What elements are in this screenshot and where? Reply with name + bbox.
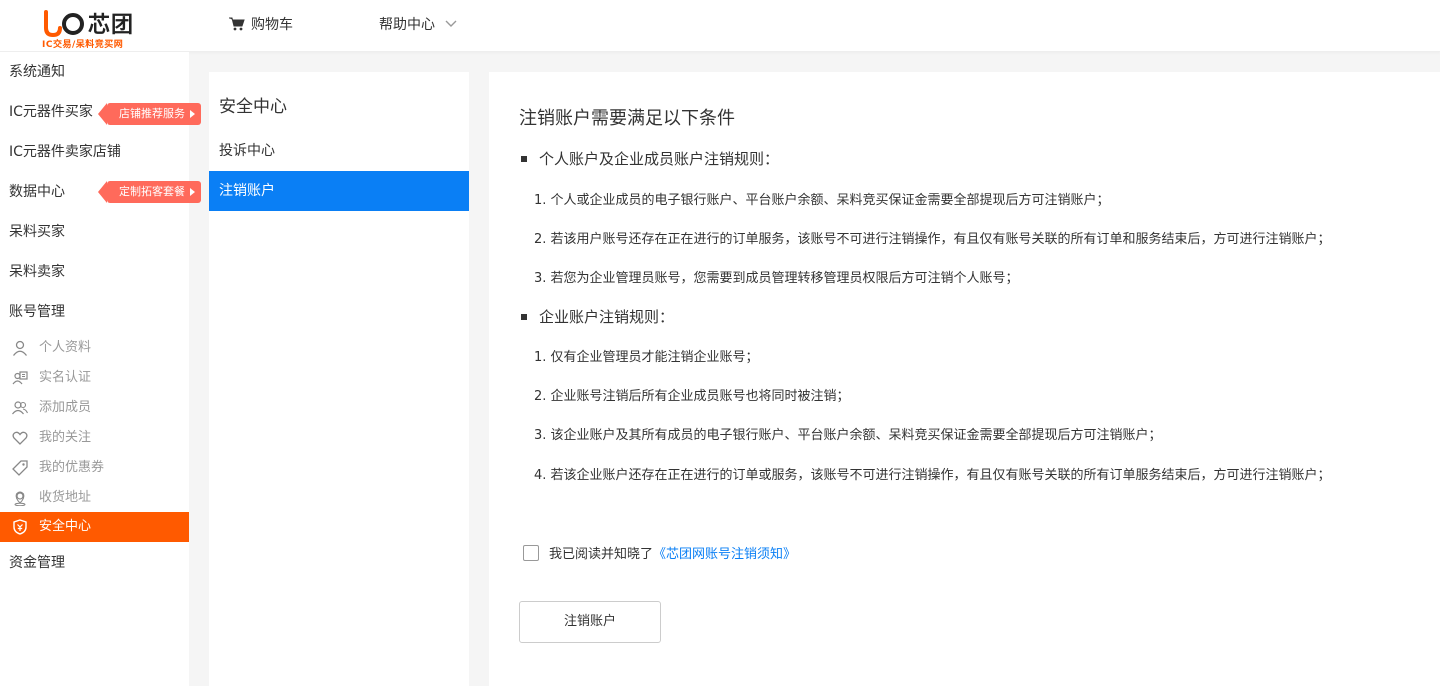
heart-icon xyxy=(12,431,28,445)
sidebar-item-fund-management[interactable]: 资金管理 xyxy=(0,543,189,583)
security-center-panel: 安全中心 投诉中心 注销账户 xyxy=(209,72,469,686)
panel-title: 安全中心 xyxy=(219,97,287,117)
logo-text: 芯团 xyxy=(88,13,135,38)
sidebar-sub-profile[interactable]: 个人资料 xyxy=(0,333,189,363)
site-logo[interactable]: 芯团 IC交易/呆料竞买网 xyxy=(40,6,140,50)
agreement-text: 我已阅读并知晓了 xyxy=(549,547,654,562)
section-heading-text: 企业账户注销规则： xyxy=(539,308,675,326)
agreement-link[interactable]: 《芯团网账号注销须知》 xyxy=(653,543,796,562)
nav-help-dropdown[interactable]: 帮助中心 xyxy=(379,14,457,34)
enterprise-rule-4: 4. 若该企业账户还存在正在进行的订单或服务，该账号不可进行注销操作，有且仅有账… xyxy=(534,468,1331,483)
panel-item-complaints[interactable]: 投诉中心 xyxy=(209,131,469,171)
chevron-down-icon xyxy=(445,20,457,27)
page-title: 注销账户需要满足以下条件 xyxy=(519,108,735,129)
panel-item-close-account[interactable]: 注销账户 xyxy=(209,171,469,211)
enterprise-rules-heading: 企业账户注销规则： xyxy=(521,306,674,327)
bullet-square xyxy=(521,313,527,320)
sidebar-sub-label: 我的关注 xyxy=(39,430,92,445)
sidebar-sub-shipping-address[interactable]: 收货地址 xyxy=(0,483,189,513)
sidebar-item-ic-seller-shop[interactable]: IC元器件卖家店铺 xyxy=(0,132,189,172)
user-icon xyxy=(12,340,28,356)
sidebar-sub-security-center[interactable]: 安全中心 xyxy=(0,512,189,542)
sidebar-item-account-management[interactable]: 账号管理 xyxy=(0,292,189,332)
sidebar-sub-label: 实名认证 xyxy=(39,370,92,385)
nav-help-label: 帮助中心 xyxy=(379,17,435,33)
sidebar-item-label: IC元器件买家 xyxy=(9,104,93,120)
sidebar-sub-label: 个人资料 xyxy=(39,340,92,355)
shield-icon xyxy=(13,519,27,535)
personal-rule-3: 3. 若您为企业管理员账号，您需要到成员管理转移管理员权限后方可注销个人账号； xyxy=(534,271,1019,286)
sidebar-item-stock-seller[interactable]: 呆料卖家 xyxy=(0,252,189,292)
logo-mark-icon xyxy=(44,10,84,38)
sidebar-sub-label: 添加成员 xyxy=(39,400,92,415)
sidebar-sub-my-coupons[interactable]: 我的优惠券 xyxy=(0,453,189,483)
sidebar-sub-real-name[interactable]: 实名认证 xyxy=(0,363,189,393)
sidebar-sub-add-member[interactable]: 添加成员 xyxy=(0,393,189,423)
id-card-icon xyxy=(12,371,28,385)
cart-icon xyxy=(229,17,245,31)
logo-subtitle: IC交易/呆料竞买网 xyxy=(42,40,124,50)
left-sidebar: 系统通知 IC元器件买家 店铺推荐服务 IC元器件卖家店铺 数据中心 定制拓客套… xyxy=(0,52,201,686)
enterprise-rule-3: 3. 该企业账户及其所有成员的电子银行账户、平台账户余额、呆料竞买保证金需要全部… xyxy=(534,428,1162,443)
coupon-icon xyxy=(12,460,28,476)
nav-cart-label: 购物车 xyxy=(251,17,293,33)
sidebar-sub-my-follows[interactable]: 我的关注 xyxy=(0,423,189,453)
sidebar-sub-label: 收货地址 xyxy=(39,490,92,505)
enterprise-rule-2: 2. 企业账号注销后所有企业成员账号也将同时被注销； xyxy=(534,389,850,404)
close-account-content: 注销账户需要满足以下条件 个人账户及企业成员账户注销规则： 1. 个人或企业成员… xyxy=(489,72,1440,686)
bullet-square xyxy=(521,155,527,162)
agreement-row: 我已阅读并知晓了 《芯团网账号注销须知》 xyxy=(523,543,796,562)
sidebar-sub-label: 我的优惠券 xyxy=(39,460,105,475)
section-heading-text: 个人账户及企业成员账户注销规则： xyxy=(539,150,780,168)
nav-cart-link[interactable]: 购物车 xyxy=(229,14,293,34)
sidebar-item-stock-buyer[interactable]: 呆料买家 xyxy=(0,212,189,252)
agreement-checkbox[interactable] xyxy=(523,544,539,561)
enterprise-rule-1: 1. 仅有企业管理员才能注销企业账号； xyxy=(534,350,759,365)
location-icon xyxy=(14,491,26,506)
personal-rule-2: 2. 若该用户账号还存在正在进行的订单服务，该账号不可进行注销操作，有且仅有账号… xyxy=(534,232,1331,247)
sidebar-item-label: 数据中心 xyxy=(9,184,65,200)
sidebar-item-system-notice[interactable]: 系统通知 xyxy=(0,52,189,92)
close-account-button[interactable]: 注销账户 xyxy=(519,601,661,643)
promo-tag-shop-recommend[interactable]: 店铺推荐服务 xyxy=(98,103,201,125)
add-member-icon xyxy=(12,401,28,415)
personal-rules-heading: 个人账户及企业成员账户注销规则： xyxy=(521,148,779,169)
personal-rule-1: 1. 个人或企业成员的电子银行账户、平台账户余额、呆料竞买保证金需要全部提现后方… xyxy=(534,193,1110,208)
promo-tag-custom-package[interactable]: 定制拓客套餐 xyxy=(98,181,201,203)
top-header: 芯团 IC交易/呆料竞买网 购物车 帮助中心 xyxy=(0,0,1440,52)
sidebar-sub-label: 安全中心 xyxy=(39,519,92,534)
